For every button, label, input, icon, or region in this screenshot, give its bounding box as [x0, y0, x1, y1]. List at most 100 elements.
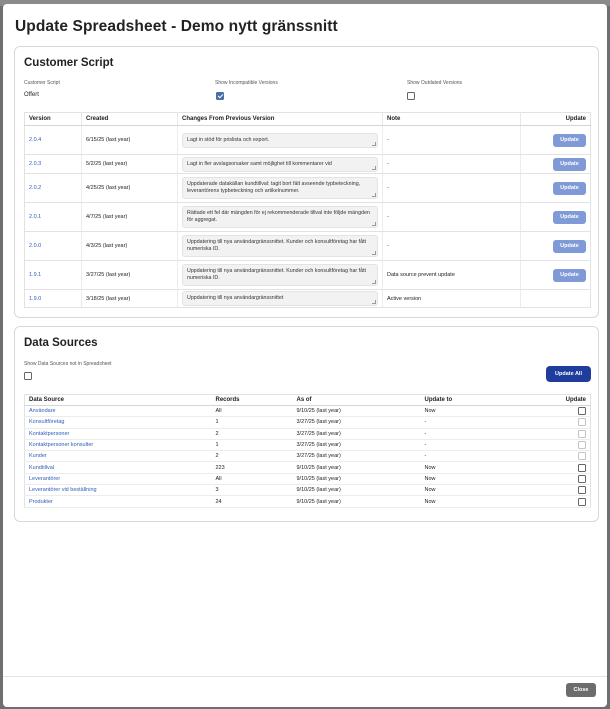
records-cell: 2 — [211, 428, 293, 440]
data-source-update-checkbox[interactable] — [578, 407, 586, 416]
col-data-source: Data Source — [24, 394, 212, 406]
changes-textarea[interactable]: Rättade ett fel där mängden för ej rekom… — [182, 206, 378, 228]
created-cell: 4/3/25 (last year) — [81, 231, 178, 261]
col-update-to: Update to — [420, 394, 522, 406]
data-source-link[interactable]: Användare — [29, 408, 56, 414]
changes-textarea[interactable]: Uppdatering till nya användargränssnitte… — [182, 235, 378, 257]
records-cell: 2 — [211, 450, 293, 463]
as-of-cell: 3/27/25 (last year) — [292, 428, 421, 440]
data-sources-panel: Data Sources Show Data Sources not in Sp… — [14, 326, 599, 522]
update-all-button[interactable]: Update All — [546, 366, 591, 382]
data-source-link[interactable]: Kunder — [29, 453, 47, 459]
data-source-row: Kunder 2 3/27/25 (last year) - — [24, 450, 591, 463]
records-cell: All — [211, 473, 293, 486]
version-link[interactable]: 2.0.1 — [29, 214, 41, 220]
col-created: Created — [81, 112, 178, 126]
update-version-button[interactable]: Update — [553, 210, 586, 224]
update-version-button[interactable]: Update — [553, 157, 586, 171]
note-cell: - — [382, 231, 521, 261]
data-source-row: Produkter 24 9/10/25 (last year) Now — [24, 495, 591, 508]
show-not-in-spreadsheet-label: Show Data Sources not in Spreadsheet — [24, 361, 112, 367]
version-link[interactable]: 2.0.0 — [29, 243, 41, 249]
note-cell: - — [382, 154, 521, 174]
data-source-row: Användare All 9/10/25 (last year) Now — [24, 405, 591, 418]
data-source-row: Kontaktpersoner 2 3/27/25 (last year) - — [24, 428, 591, 440]
incompatible-versions-label: Show Incompatible Versions — [215, 80, 278, 86]
note-cell: - — [382, 125, 521, 155]
modal-title: Update Spreadsheet - Demo nytt gränssnit… — [15, 18, 338, 35]
col-note: Note — [382, 112, 521, 126]
data-source-link[interactable]: Kundtillval — [29, 465, 54, 471]
data-source-row: Kundtillval 223 9/10/25 (last year) Now — [24, 461, 591, 474]
data-source-update-checkbox[interactable] — [578, 463, 586, 472]
as-of-cell: 9/10/25 (last year) — [292, 484, 421, 497]
records-cell: 24 — [211, 495, 293, 508]
as-of-cell: 3/27/25 (last year) — [292, 450, 421, 463]
version-link[interactable]: 1.9.1 — [29, 272, 41, 278]
records-cell: 223 — [211, 461, 293, 474]
update-version-button[interactable]: Update — [553, 268, 586, 282]
update-version-button[interactable]: Update — [553, 133, 586, 147]
data-source-update-checkbox — [578, 452, 586, 461]
version-link[interactable]: 2.0.4 — [29, 137, 41, 143]
data-source-link[interactable]: Produkter — [29, 499, 53, 505]
version-link[interactable]: 1.9.0 — [29, 296, 41, 302]
created-cell: 3/27/25 (last year) — [81, 260, 178, 290]
data-source-link[interactable]: Kontaktpersoner — [29, 431, 69, 437]
col-as-of: As of — [292, 394, 421, 406]
records-cell: All — [211, 405, 293, 418]
data-source-row: Leverantörer All 9/10/25 (last year) Now — [24, 473, 591, 486]
note-cell: Data source prevent update — [382, 260, 521, 290]
update-to-cell: Now — [420, 495, 522, 508]
update-to-cell: - — [420, 428, 522, 440]
changes-textarea[interactable]: Uppdatering till nya användargränssnitte… — [182, 264, 378, 286]
data-source-row: Konsultföretag 1 3/27/25 (last year) - — [24, 416, 591, 429]
changes-textarea[interactable]: Lagt in stöd för prislista och export. — [182, 132, 378, 148]
incompatible-versions-checkbox[interactable] — [216, 92, 224, 100]
update-version-button[interactable]: Update — [553, 181, 586, 195]
outdated-versions-checkbox[interactable] — [407, 92, 415, 100]
customer-script-panel: Customer Script Customer Script Offert S… — [14, 46, 599, 318]
as-of-cell: 3/27/25 (last year) — [292, 416, 421, 429]
close-button[interactable]: Close — [566, 683, 596, 697]
customer-script-label: Customer Script — [24, 80, 60, 86]
data-source-link[interactable]: Leverantörer vid beställning — [29, 487, 97, 493]
created-cell: 4/25/25 (last year) — [81, 173, 178, 203]
update-spreadsheet-modal: Update Spreadsheet - Demo nytt gränssnit… — [3, 4, 607, 707]
records-cell: 1 — [211, 439, 293, 452]
version-link[interactable]: 2.0.2 — [29, 185, 41, 191]
update-to-cell: - — [420, 439, 522, 452]
versions-table: Version Created Changes From Previous Ve… — [24, 112, 591, 308]
data-source-link[interactable]: Leverantörer — [29, 476, 60, 482]
version-row: 1.9.0 3/18/25 (last year) Uppdatering till… — [24, 289, 591, 308]
created-cell: 6/15/25 (last year) — [81, 125, 178, 155]
note-cell: - — [382, 202, 521, 232]
created-cell: 5/2/25 (last year) — [81, 154, 178, 174]
update-to-cell: - — [420, 450, 522, 463]
footer-divider — [3, 676, 607, 677]
data-source-update-checkbox — [578, 429, 586, 438]
data-source-update-checkbox[interactable] — [578, 497, 586, 506]
version-link[interactable]: 2.0.3 — [29, 161, 41, 167]
show-not-in-spreadsheet-checkbox[interactable] — [24, 372, 32, 380]
data-source-row: Kontaktpersoner konsulter 1 3/27/25 (last … — [24, 439, 591, 452]
data-sources-table: Data Source Records As of Update to Upda… — [24, 394, 591, 508]
version-row: 2.0.1 4/7/25 (last year) Rättade ett fel d… — [24, 202, 591, 232]
changes-textarea[interactable]: Lagt in fler avslagsorsaker samt möjligh… — [182, 156, 378, 172]
as-of-cell: 9/10/25 (last year) — [292, 495, 421, 508]
data-source-link[interactable]: Konsultföretag — [29, 419, 64, 425]
col-version: Version — [24, 112, 82, 126]
version-row: 1.9.1 3/27/25 (last year) Uppdatering till… — [24, 260, 591, 290]
update-to-cell: Now — [420, 484, 522, 497]
version-row: 2.0.0 4/3/25 (last year) Uppdatering till … — [24, 231, 591, 261]
customer-script-value: Offert — [24, 92, 39, 98]
update-version-button[interactable]: Update — [553, 239, 586, 253]
data-source-row: Leverantörer vid beställning 3 9/10/25 (la… — [24, 484, 591, 497]
changes-textarea[interactable]: Uppdatering till nya användargränssnitte… — [182, 291, 378, 306]
update-to-cell: - — [420, 416, 522, 429]
data-source-update-checkbox[interactable] — [578, 486, 586, 495]
changes-textarea[interactable]: Uppdaterade datakällan kundtillval: tagi… — [182, 177, 378, 199]
data-source-link[interactable]: Kontaktpersoner konsulter — [29, 442, 93, 448]
version-row: 2.0.4 6/15/25 (last year) Lagt in stöd för… — [24, 125, 591, 155]
data-source-update-checkbox[interactable] — [578, 474, 586, 483]
